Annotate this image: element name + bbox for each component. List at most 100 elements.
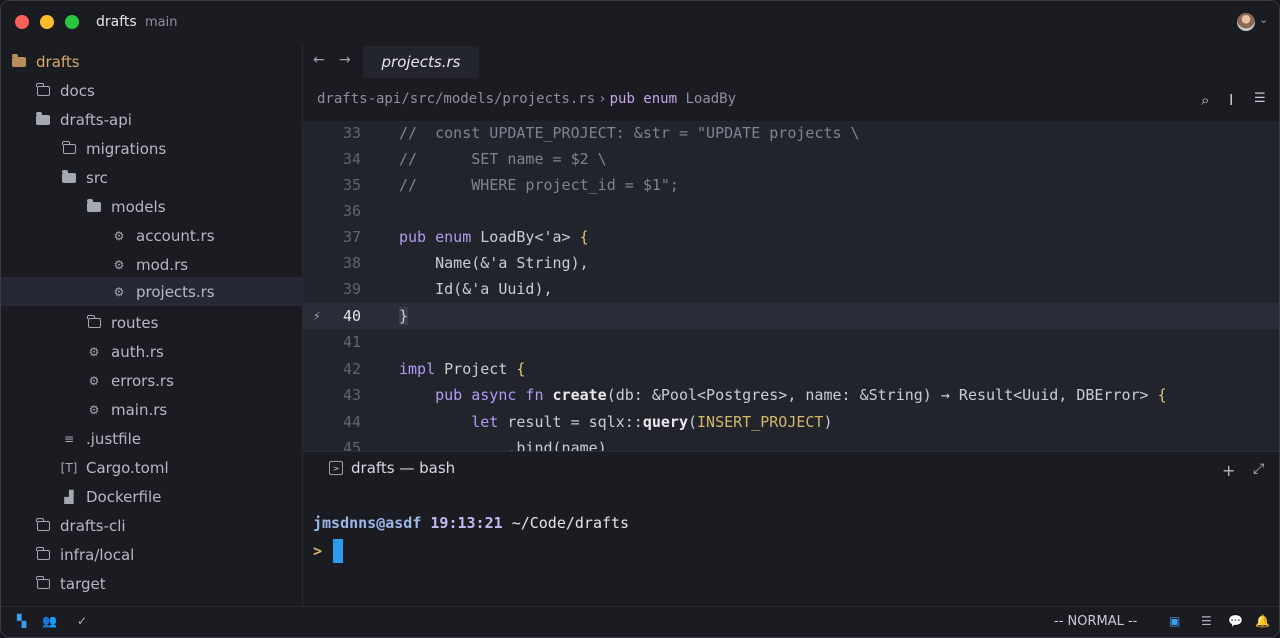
add-terminal-icon[interactable]: + (1222, 461, 1235, 480)
active-code-line: ⚡ 40 } (303, 303, 1279, 329)
tree-item-docs[interactable]: docs (1, 76, 336, 105)
tree-item-infra-local[interactable]: infra/local (1, 540, 336, 569)
panel-divider (303, 451, 1279, 452)
rust-file-icon: ⚙ (88, 373, 100, 388)
avatar[interactable] (1237, 13, 1255, 31)
back-arrow-icon[interactable]: ← (313, 52, 325, 68)
tree-item-label: migrations (86, 139, 167, 158)
forward-arrow-icon[interactable]: → (339, 52, 351, 68)
text-cursor-icon[interactable]: I (1229, 91, 1233, 109)
lightning-icon[interactable]: ⚡ (313, 309, 321, 324)
tree-item-drafts-api[interactable]: drafts-api (1, 105, 336, 134)
code-text: pub async fn create(db: &Pool<Postgres>,… (399, 386, 1167, 404)
breadcrumb-separator: › (598, 91, 607, 107)
tree-item-label: auth.rs (111, 342, 164, 361)
code-text: impl Project { (399, 360, 526, 378)
folder-open-icon (86, 198, 102, 215)
code-line: 38 Name(&'a String), (303, 250, 1279, 276)
zoom-window-button[interactable] (65, 15, 79, 29)
code-line: 37 pub enum LoadBy<'a> { (303, 224, 1279, 250)
tree-item-label: drafts-api (60, 110, 132, 129)
tree-item-label: account.rs (136, 226, 215, 245)
rust-file-icon: ⚙ (113, 284, 125, 299)
minimize-window-button[interactable] (40, 15, 54, 29)
code-text: // SET name = $2 \ (399, 150, 607, 168)
tree-item-label: models (111, 197, 166, 216)
tree-item-label: main.rs (111, 400, 168, 419)
line-number: 44 (342, 413, 361, 431)
terminal-icon: > (329, 461, 343, 475)
chat-icon[interactable]: 💬 (1228, 614, 1243, 628)
code-line: 42 impl Project { (303, 356, 1279, 382)
code-text: } (399, 307, 409, 325)
branch-name[interactable]: main (145, 15, 177, 30)
tree-item-label: drafts (36, 52, 80, 71)
tree-item-label: infra/local (60, 545, 135, 564)
code-line: 44 let result = sqlx::query(INSERT_PROJE… (303, 409, 1279, 435)
terminal-cursor (333, 539, 343, 563)
line-number: 43 (342, 386, 361, 404)
code-text: // WHERE project_id = $1"; (399, 176, 679, 194)
tree-item-label: projects.rs (136, 282, 215, 301)
breadcrumb-keywords: pub enum (609, 91, 678, 107)
breadcrumb[interactable]: drafts-api/src/models/projects.rs › pub en… (317, 91, 736, 107)
code-text: Id(&'a Uuid), (399, 280, 553, 298)
code-line: 45 .bind(name) (303, 435, 1279, 451)
close-window-button[interactable] (15, 15, 29, 29)
code-text: pub enum LoadBy<'a> { (399, 228, 589, 246)
check-icon[interactable]: ✓ (77, 614, 87, 628)
docker-icon: ▟ (64, 489, 74, 504)
line-number: 38 (342, 254, 361, 272)
toml-file-icon: [T] (60, 460, 78, 475)
tree-item-drafts[interactable]: drafts (1, 47, 312, 76)
code-line: 34 // SET name = $2 \ (303, 146, 1279, 172)
terminal-input-line: > (313, 542, 323, 560)
search-icon[interactable]: ⌕ (1201, 91, 1209, 109)
line-number: 35 (342, 176, 361, 194)
terminal[interactable]: jmsdnns@asdf 19:13:21 ~/Code/drafts > (303, 491, 1279, 603)
tab-terminal-bash[interactable]: > drafts — bash (329, 459, 455, 477)
collab-icon[interactable]: 👥 (42, 614, 57, 628)
folder-open-icon (35, 111, 51, 128)
folder-open-icon (61, 169, 77, 186)
line-number: 37 (342, 228, 361, 246)
folder-icon (61, 140, 77, 157)
project-panel: drafts docs drafts-api migrations src mo… (1, 45, 412, 605)
code-line: 36 (303, 198, 1279, 224)
project-name[interactable]: drafts (96, 14, 137, 30)
tree-item-label: .justfile (86, 429, 141, 448)
code-text: Name(&'a String), (399, 254, 589, 272)
terminal-icon[interactable]: ▣ (1169, 614, 1180, 628)
code-text: // const UPDATE_PROJECT: &str = "UPDATE … (399, 124, 860, 142)
terminal-tab-label: drafts — bash (351, 459, 456, 477)
vim-mode-indicator: -- NORMAL -- (1054, 614, 1138, 629)
outline-icon[interactable]: ☰ (1201, 614, 1212, 628)
tab-projects-rs[interactable]: projects.rs (363, 46, 479, 78)
code-line: 41 (303, 329, 1279, 355)
tree-item-label: mod.rs (136, 255, 189, 274)
tree-item-drafts-cli[interactable]: drafts-cli (1, 511, 336, 540)
bell-icon[interactable]: 🔔 (1255, 614, 1270, 628)
code-text: let result = sqlx::query(INSERT_PROJECT) (399, 413, 833, 431)
breadcrumb-path: drafts-api/src/models/projects.rs (317, 91, 596, 107)
code-line: 39 Id(&'a Uuid), (303, 276, 1279, 302)
maximize-icon[interactable]: ⤢ (1253, 461, 1264, 477)
line-number: 45 (342, 439, 361, 451)
code-line: 43 pub async fn create(db: &Pool<Postgre… (303, 382, 1279, 408)
line-number: 39 (342, 280, 361, 298)
code-line: 35 // WHERE project_id = $1"; (303, 172, 1279, 198)
chevron-down-icon[interactable]: ⌄ (1259, 13, 1268, 26)
folder-icon (35, 546, 51, 563)
line-number: 41 (342, 333, 361, 351)
project-panel-icon[interactable]: ▚ (17, 614, 26, 628)
rust-file-icon: ⚙ (113, 228, 125, 243)
settings-sliders-icon[interactable]: ☰ (1254, 91, 1266, 106)
code-line: 33 // const UPDATE_PROJECT: &str = "UPDA… (303, 121, 1279, 146)
tree-item-label: Cargo.toml (86, 458, 169, 477)
tree-item-label: src (86, 168, 108, 187)
tree-item-label: errors.rs (111, 371, 174, 390)
code-editor[interactable]: 33 // const UPDATE_PROJECT: &str = "UPDA… (303, 121, 1279, 451)
tree-item-target[interactable]: target (1, 569, 336, 598)
tree-item-label: routes (111, 313, 159, 332)
line-number: 34 (342, 150, 361, 168)
